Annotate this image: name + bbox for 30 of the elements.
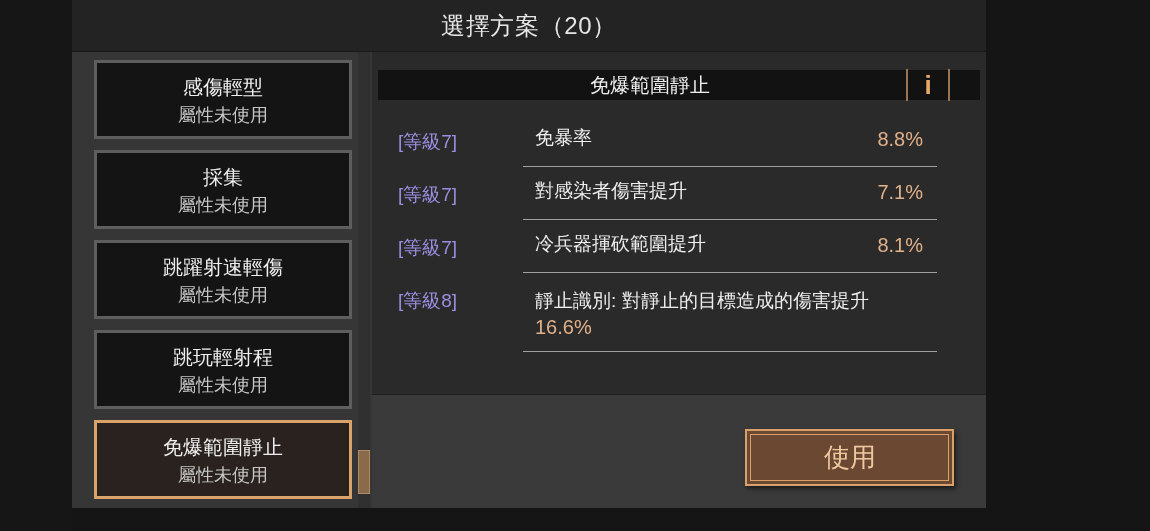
level-label: [等級7] xyxy=(397,130,459,154)
stat-value: 8.1% xyxy=(877,233,923,258)
level-label: [等級7] xyxy=(397,183,459,207)
stat-name: 對感染者傷害提升 xyxy=(535,179,687,203)
plan-status: 屬性未使用 xyxy=(178,103,268,127)
use-button[interactable]: 使用 xyxy=(745,429,954,486)
stat-value: 8.8% xyxy=(877,127,923,152)
stat-description: 靜止識別: 對靜止的目標造成的傷害提升 16.6% xyxy=(535,289,870,340)
detail-title: 免爆範圍靜止 xyxy=(590,73,710,98)
plan-item[interactable]: 感傷輕型 屬性未使用 xyxy=(94,60,352,139)
plan-name: 免爆範圍靜止 xyxy=(163,434,283,460)
stat-name: 冷兵器揮砍範圍提升 xyxy=(535,232,706,256)
level-label: [等級7] xyxy=(397,236,459,260)
plan-status: 屬性未使用 xyxy=(178,193,268,217)
plan-status: 屬性未使用 xyxy=(178,463,268,487)
plan-name: 跳躍射速輕傷 xyxy=(163,254,283,280)
plan-status: 屬性未使用 xyxy=(178,283,268,307)
plan-item[interactable]: 免爆範圍靜止 屬性未使用 xyxy=(94,420,352,499)
plan-status: 屬性未使用 xyxy=(178,373,268,397)
stat-value: 7.1% xyxy=(877,180,923,205)
plan-name: 感傷輕型 xyxy=(183,74,263,100)
plan-name: 採集 xyxy=(203,164,243,190)
plan-item[interactable]: 採集 屬性未使用 xyxy=(94,150,352,229)
plan-item[interactable]: 跳玩輕射程 屬性未使用 xyxy=(94,330,352,409)
stat-name: 免暴率 xyxy=(535,126,592,150)
level-label: [等級8] xyxy=(397,289,459,313)
plan-item[interactable]: 跳躍射速輕傷 屬性未使用 xyxy=(94,240,352,319)
dialog-title: 選擇方案（20） xyxy=(441,10,617,41)
scrollbar-thumb[interactable] xyxy=(358,450,370,494)
plan-name: 跳玩輕射程 xyxy=(173,344,273,370)
